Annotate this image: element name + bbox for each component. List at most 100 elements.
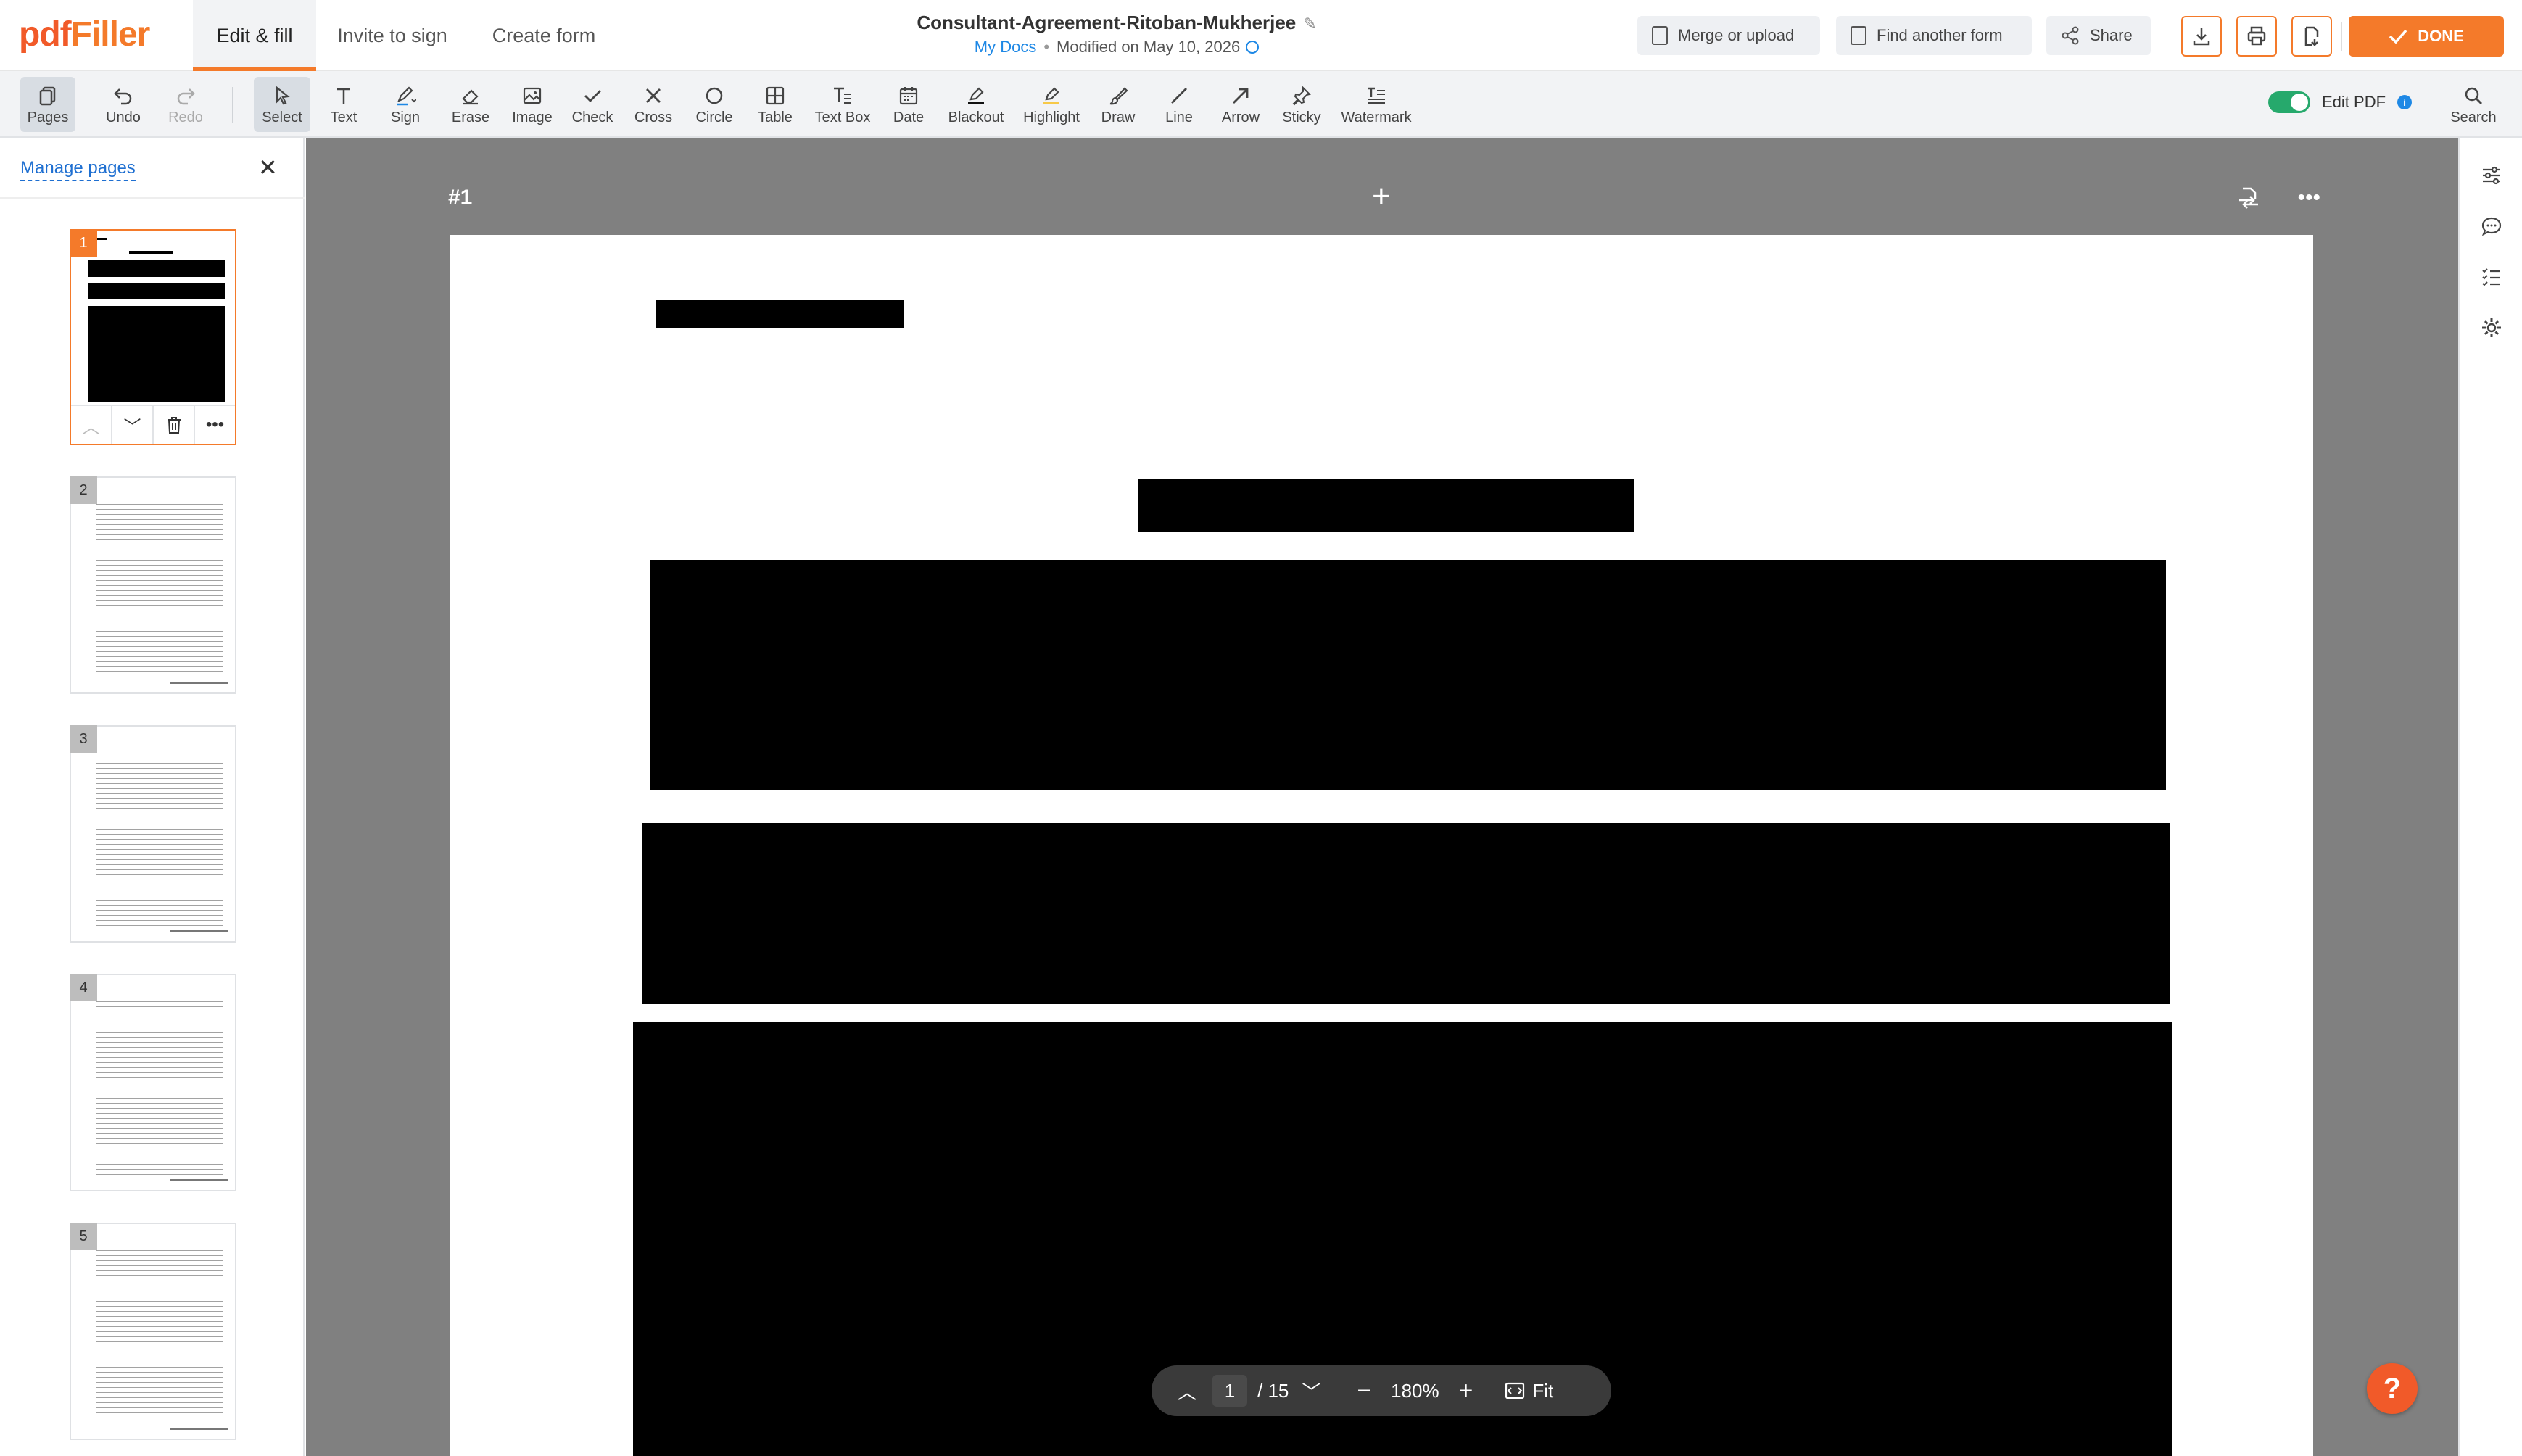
tab-invite-to-sign[interactable]: Invite to sign xyxy=(323,0,461,71)
editing-toolbar: Pages Undo Redo Select Text Sign Erase I… xyxy=(0,71,2522,138)
done-button[interactable]: DONE xyxy=(2349,16,2504,57)
page-actions: ••• xyxy=(2236,186,2320,210)
tool-blackout[interactable]: Blackout xyxy=(941,77,1011,132)
tool-label: Sticky xyxy=(1282,109,1321,125)
tool-line[interactable]: Line xyxy=(1152,77,1207,132)
tool-label: Select xyxy=(262,109,302,125)
fit-button[interactable]: Fit xyxy=(1505,1380,1553,1402)
page-thumbnail-2[interactable]: 2 xyxy=(70,476,236,694)
tool-label: Undo xyxy=(106,109,141,125)
page-number-badge: 1 xyxy=(70,229,97,257)
tab-create-form[interactable]: Create form xyxy=(479,0,609,71)
tool-label: Pages xyxy=(27,109,69,125)
document-canvas[interactable]: #1 + ••• xyxy=(306,138,2458,1456)
tool-cross[interactable]: Cross xyxy=(625,77,682,132)
tool-label: Blackout xyxy=(948,109,1004,125)
tool-erase[interactable]: Erase xyxy=(442,77,499,132)
thumb-footer xyxy=(170,930,228,932)
help-button[interactable]: ? xyxy=(2367,1363,2418,1414)
tool-text[interactable]: Text xyxy=(316,77,371,132)
modified-date: Modified on May 10, 2026 xyxy=(1057,38,1241,56)
checkmark-icon xyxy=(2389,29,2407,44)
page-thumbnail-5[interactable]: 5 xyxy=(70,1223,236,1440)
zoom-in-icon[interactable]: + xyxy=(1444,1377,1487,1405)
page-thumbnail-3[interactable]: 3 xyxy=(70,725,236,943)
top-header: pdfFiller Edit & fill Invite to sign Cre… xyxy=(0,0,2522,71)
find-form-label: Find another form xyxy=(1877,26,2003,44)
tool-pages[interactable]: Pages xyxy=(20,77,75,132)
tool-label: Sign xyxy=(390,109,421,125)
chevron-down-icon[interactable]: ﹀ xyxy=(1293,1378,1329,1405)
tool-highlight[interactable]: Highlight xyxy=(1015,77,1088,132)
sliders-icon[interactable] xyxy=(2460,154,2522,197)
share-button[interactable]: Share xyxy=(2046,16,2151,55)
manage-pages-link[interactable]: Manage pages xyxy=(20,158,136,181)
tool-redo[interactable]: Redo xyxy=(158,77,213,132)
tool-search[interactable]: Search xyxy=(2441,77,2506,132)
export-button[interactable] xyxy=(2291,16,2332,57)
print-button[interactable] xyxy=(2236,16,2277,57)
thumb-text-lines xyxy=(96,1250,223,1424)
tool-date[interactable]: Date xyxy=(882,77,935,132)
zoom-level[interactable]: 180% xyxy=(1386,1380,1444,1402)
checklist-icon[interactable] xyxy=(2460,255,2522,299)
table-icon xyxy=(764,83,786,108)
chevron-up-icon[interactable]: ︿ xyxy=(1169,1378,1205,1405)
close-icon[interactable]: ✕ xyxy=(258,154,278,181)
gear-icon[interactable] xyxy=(2460,306,2522,349)
tool-table[interactable]: Table xyxy=(747,77,803,132)
tool-draw[interactable]: Draw xyxy=(1091,77,1146,132)
tool-circle[interactable]: Circle xyxy=(685,77,744,132)
zoom-out-icon[interactable]: − xyxy=(1342,1377,1386,1405)
pdffiller-logo[interactable]: pdfFiller xyxy=(19,15,151,54)
redacted-block xyxy=(642,823,2170,1004)
find-another-form-button[interactable]: Find another form xyxy=(1836,16,2032,55)
tool-text-box[interactable]: Text Box xyxy=(806,77,879,132)
document-title[interactable]: Consultant-Agreement-Ritoban-Mukherjee ✎ xyxy=(856,12,1378,34)
my-docs-link[interactable]: My Docs xyxy=(975,38,1037,56)
info-icon[interactable]: i xyxy=(2397,95,2413,109)
logo-text-b: Filler xyxy=(70,15,151,54)
download-button[interactable] xyxy=(2181,16,2222,57)
tool-arrow[interactable]: Arrow xyxy=(1211,77,1270,132)
thumbnail-actions: ︿ ﹀ ••• xyxy=(71,405,235,444)
comment-icon[interactable] xyxy=(2460,204,2522,248)
add-page-plus-icon[interactable]: + xyxy=(1372,178,1391,215)
fit-icon xyxy=(1505,1382,1525,1399)
page-thumbnail-1[interactable]: 1 ︿ ﹀ ••• xyxy=(70,229,236,445)
tool-check[interactable]: Check xyxy=(564,77,621,132)
move-up-icon[interactable]: ︿ xyxy=(71,406,112,444)
tool-watermark[interactable]: Watermark xyxy=(1333,77,1420,132)
page-thumbnail-4[interactable]: 4 xyxy=(70,974,236,1191)
page-number-badge: 5 xyxy=(70,1223,97,1250)
tool-undo[interactable]: Undo xyxy=(96,77,151,132)
trash-icon[interactable] xyxy=(154,406,195,444)
move-down-icon[interactable]: ﹀ xyxy=(112,406,154,444)
line-icon xyxy=(1168,83,1190,108)
tool-sign[interactable]: Sign xyxy=(373,77,438,132)
watermark-icon xyxy=(1365,83,1387,108)
replace-page-icon[interactable] xyxy=(2236,186,2261,210)
current-page-input[interactable]: 1 xyxy=(1212,1375,1247,1407)
tool-label: Search xyxy=(2450,109,2497,125)
pdf-page-1[interactable] xyxy=(450,235,2313,1456)
tool-select[interactable]: Select xyxy=(254,77,310,132)
pencil-icon[interactable]: ✎ xyxy=(1303,15,1316,33)
thumb-footer xyxy=(170,1179,228,1181)
edit-pdf-label: Edit PDF xyxy=(2322,93,2386,111)
redacted-block xyxy=(1138,479,1634,532)
header-divider xyxy=(2341,22,2342,51)
page-more-icon[interactable]: ••• xyxy=(2297,186,2320,210)
edit-pdf-toggle[interactable] xyxy=(2268,91,2310,113)
page-number-badge: 2 xyxy=(70,476,97,504)
history-clock-icon[interactable] xyxy=(1246,41,1260,54)
more-options-icon[interactable]: ••• xyxy=(195,406,235,444)
tool-label: Image xyxy=(512,109,553,125)
tool-image[interactable]: Image xyxy=(503,77,561,132)
tool-label: Redo xyxy=(168,109,203,125)
undo-icon xyxy=(112,83,134,108)
tool-sticky[interactable]: Sticky xyxy=(1273,77,1330,132)
merge-upload-button[interactable]: Merge or upload xyxy=(1637,16,1820,55)
tab-edit-fill[interactable]: Edit & fill xyxy=(193,0,316,71)
textbox-icon xyxy=(832,83,853,108)
